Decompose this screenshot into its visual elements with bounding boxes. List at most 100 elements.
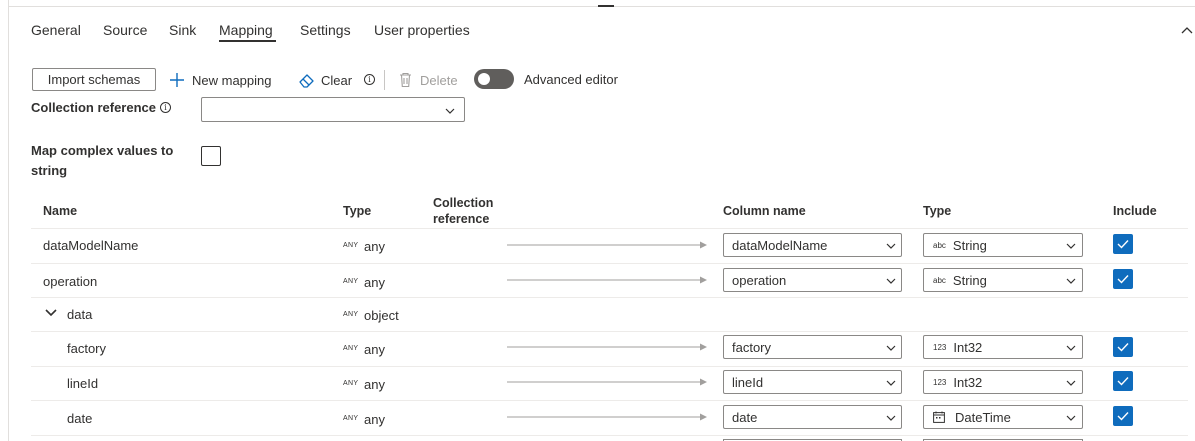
trash-icon [396,71,414,89]
map-complex-label-line2: string [31,163,68,178]
header-collection-reference: Collection reference [433,195,493,227]
row-divider [31,263,1188,264]
sink-column-dropdown[interactable]: dataModelName [723,233,902,257]
tab-user-properties[interactable]: User properties [374,22,470,38]
resize-handle[interactable] [598,5,614,7]
plus-icon [168,71,186,89]
chevron-up-icon[interactable] [1180,24,1194,36]
include-checkbox[interactable] [1113,234,1133,254]
row-divider [31,331,1188,332]
source-field-name: data [67,307,93,322]
row-divider [31,366,1188,367]
sink-column-dropdown[interactable]: date [723,405,902,429]
header-name: Name [43,204,78,218]
checkmark-icon [1117,240,1129,249]
sink-column-value: dataModelName [732,237,828,253]
source-field-type: any [364,412,385,427]
mapping-arrow [507,276,707,284]
new-mapping-label: New mapping [192,72,272,88]
sink-type-dropdown[interactable]: DateTime [923,405,1083,429]
mapping-arrow [507,241,707,249]
new-mapping-button[interactable]: New mapping [168,68,272,92]
active-tab-indicator [219,40,276,42]
delete-button[interactable]: Delete [396,68,458,92]
header-collection-line1: Collection [433,196,494,210]
chevron-down-icon [886,415,896,421]
sink-column-dropdown[interactable]: operation [723,268,902,292]
tab-settings[interactable]: Settings [300,22,351,38]
string-type-icon: abc [933,275,946,285]
mapping-arrow [507,343,707,351]
clear-label: Clear [321,72,353,88]
chevron-down-icon [886,345,896,351]
chevron-down-icon [1066,243,1076,249]
integer-type-icon: 123 [933,377,947,387]
sink-type-value: Int32 [953,339,983,355]
collection-reference-dropdown[interactable] [201,97,465,122]
any-type-icon: ANY [343,415,359,422]
chevron-down-icon [886,380,896,386]
include-checkbox[interactable] [1113,269,1133,289]
any-type-icon: ANY [343,311,359,318]
calendar-icon [933,411,945,423]
sink-type-dropdown[interactable]: abc String [923,268,1083,292]
sink-column-value: date [732,409,758,425]
sink-type-value: String [952,237,987,253]
toolbar-divider [384,70,385,90]
tab-general[interactable]: General [31,22,81,38]
chevron-down-icon [1066,380,1076,386]
toggle-knob [478,73,490,85]
source-field-type: any [364,377,385,392]
header-include: Include [1113,204,1157,218]
sink-type-dropdown[interactable]: 123 Int32 [923,370,1083,394]
collection-reference-label: Collection reference i [31,100,171,115]
source-field-name: factory [67,341,107,356]
sink-column-value: factory [732,339,772,355]
import-schemas-button[interactable]: Import schemas [32,68,156,91]
row-divider [31,435,1188,436]
mapping-arrow [507,413,707,421]
eraser-icon [297,71,315,89]
checkmark-icon [1117,343,1129,352]
any-type-icon: ANY [343,278,359,285]
row-divider [31,228,1188,229]
sink-column-dropdown[interactable]: factory [723,335,902,359]
include-checkbox[interactable] [1113,371,1133,391]
tab-source[interactable]: Source [103,22,147,38]
header-collection-line2: reference [433,212,490,226]
checkmark-icon [1117,377,1129,386]
sink-type-value: String [952,272,987,288]
header-type: Type [343,204,372,218]
sink-column-value: operation [732,272,787,288]
clear-button[interactable]: Clear [297,68,352,92]
include-checkbox[interactable] [1113,406,1133,426]
source-field-name: operation [43,274,98,289]
map-complex-label-line1: Map complex values to [31,143,174,158]
tab-sink[interactable]: Sink [169,22,196,38]
source-field-type: object [364,308,399,323]
collection-reference-text: Collection reference [31,100,156,115]
chevron-down-icon [445,108,455,114]
header-column-name: Column name [723,204,806,218]
mapping-arrow [507,378,707,386]
sink-column-dropdown[interactable]: lineId [723,370,902,394]
expand-chevron-icon[interactable] [45,309,57,317]
advanced-editor-toggle[interactable] [474,69,514,89]
chevron-down-icon [1066,415,1076,421]
source-field-type: any [364,275,385,290]
tab-mapping[interactable]: Mapping [219,22,273,38]
sink-type-value: DateTime [955,409,1011,425]
map-complex-checkbox[interactable] [201,146,221,166]
source-field-type: any [364,342,385,357]
advanced-editor-label: Advanced editor [524,72,618,87]
sink-type-dropdown[interactable]: abc String [923,233,1083,257]
any-type-icon: ANY [343,345,359,352]
source-field-name: dataModelName [43,238,139,253]
source-field-type: any [364,239,385,254]
clear-info-icon[interactable]: i [364,74,375,85]
include-checkbox[interactable] [1113,337,1133,357]
sink-type-dropdown[interactable]: 123 Int32 [923,335,1083,359]
scrollbar[interactable] [1188,95,1195,441]
chevron-down-icon [1066,278,1076,284]
info-icon[interactable]: i [160,102,171,113]
